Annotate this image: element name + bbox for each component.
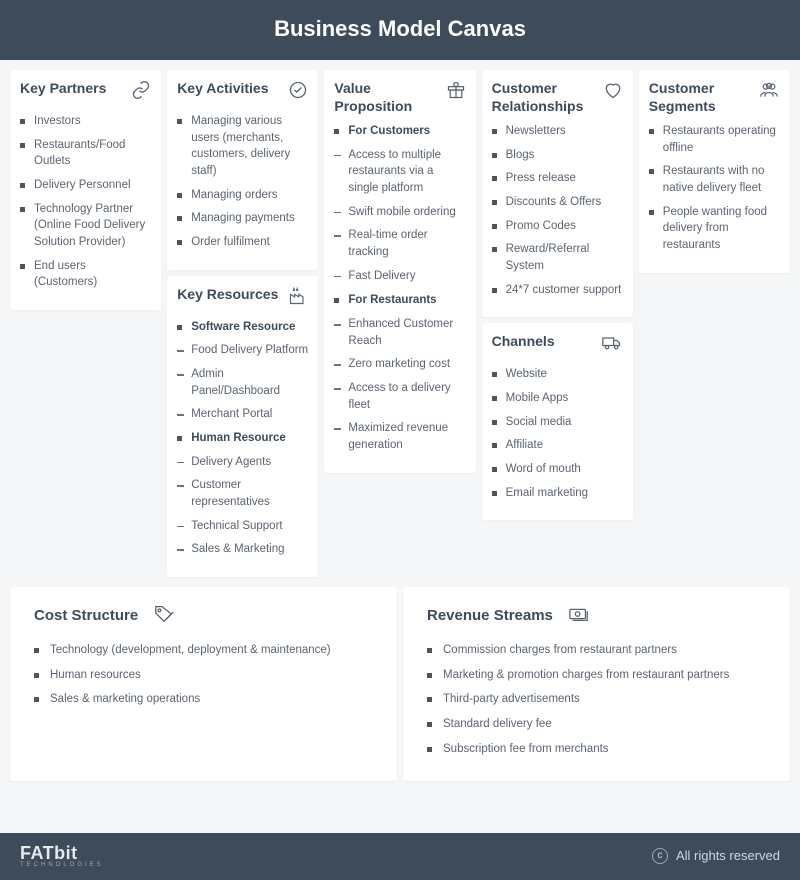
card-value-proposition: Value Proposition For Customers Access t… [324, 70, 475, 473]
card-key-activities: Key Activities Managing various users (m… [167, 70, 318, 270]
list-item: Blogs [492, 147, 623, 164]
list-item: Restaurants with no native delivery flee… [649, 163, 780, 196]
card-revenue-streams: Revenue Streams Commission charges from … [403, 587, 790, 781]
gift-icon [446, 80, 466, 105]
list-item: Restaurants/Food Outlets [20, 137, 151, 170]
list-item: Order fulfilment [177, 234, 308, 251]
card-title: Customer Relationships [492, 80, 603, 115]
list-item: Delivery Personnel [20, 177, 151, 194]
list-item: 24*7 customer support [492, 282, 623, 299]
list-key-resources: Software Resource [177, 319, 308, 336]
card-title: Channels [492, 333, 555, 351]
list-item: Third-party advertisements [427, 691, 774, 708]
list-item: Mobile Apps [492, 390, 623, 407]
cash-icon [567, 603, 591, 630]
list-item: Managing payments [177, 210, 308, 227]
list-item: Newsletters [492, 123, 623, 140]
list-item: Real-time order tracking [334, 227, 465, 260]
card-key-partners: Key Partners Investors Restaurants/Food O… [10, 70, 161, 310]
list-item: Subscription fee from merchants [427, 741, 774, 758]
list-item: Customer representatives [177, 477, 308, 510]
list-item: Maximized revenue generation [334, 420, 465, 453]
truck-icon [601, 333, 623, 358]
footer: FATbit TECHNOLOGIES c All rights reserve… [0, 833, 800, 880]
list-item: Technology Partner (Online Food Delivery… [20, 201, 151, 251]
list-item: Investors [20, 113, 151, 130]
card-title: Revenue Streams [427, 607, 553, 626]
list-item: Fast Delivery [334, 268, 465, 285]
list-key-activities: Managing various users (merchants, custo… [177, 113, 308, 251]
card-cost-structure: Cost Structure Technology (development, … [10, 587, 397, 781]
list-item: Word of mouth [492, 461, 623, 478]
list-item: Marketing & promotion charges from resta… [427, 667, 774, 684]
list-item: Social media [492, 414, 623, 431]
section-heading: Software Resource [177, 319, 308, 336]
list-item: Merchant Portal [177, 406, 308, 423]
page-title: Business Model Canvas [0, 0, 800, 60]
list-item: Discounts & Offers [492, 194, 623, 211]
list-item: Human resources [34, 667, 381, 684]
list-item: Affiliate [492, 437, 623, 454]
list-item: Press release [492, 170, 623, 187]
list-item: Sales & Marketing [177, 541, 308, 558]
list-item: Technical Support [177, 518, 308, 535]
section-heading: For Customers [334, 123, 465, 140]
list-item: Restaurants operating offline [649, 123, 780, 156]
bottom-row: Cost Structure Technology (development, … [0, 587, 800, 791]
card-customer-relationships: Customer Relationships Newsletters Blogs P… [482, 70, 633, 317]
list-item: Admin Panel/Dashboard [177, 366, 308, 399]
list-value-customers: Access to multiple restaurants via a sin… [334, 147, 465, 285]
card-title: Key Resources [177, 286, 278, 304]
check-circle-icon [288, 80, 308, 105]
list-item: Swift mobile ordering [334, 204, 465, 221]
card-title: Key Activities [177, 80, 268, 98]
list-item: People wanting food delivery from restau… [649, 204, 780, 254]
users-icon [758, 80, 780, 105]
list-item: Website [492, 366, 623, 383]
card-title: Key Partners [20, 80, 106, 98]
list-item: Food Delivery Platform [177, 342, 308, 359]
list-cost-structure: Technology (development, deployment & ma… [34, 642, 381, 708]
list-item: End users (Customers) [20, 258, 151, 291]
logo: FATbit TECHNOLOGIES [20, 843, 104, 868]
list-item: Standard delivery fee [427, 716, 774, 733]
list-key-partners: Investors Restaurants/Food Outlets Deliver… [20, 113, 151, 291]
link-icon [131, 80, 151, 105]
list-item: Zero marketing cost [334, 356, 465, 373]
list-item: Technology (development, deployment & ma… [34, 642, 381, 659]
list-item: Enhanced Customer Reach [334, 316, 465, 349]
card-key-resources: Key Resources Software Resource Food Del… [167, 276, 318, 577]
list-item: Email marketing [492, 485, 623, 502]
card-title: Customer Segments [649, 80, 758, 115]
list-item: Access to multiple restaurants via a sin… [334, 147, 465, 197]
list-item: Delivery Agents [177, 454, 308, 471]
list-item: Promo Codes [492, 218, 623, 235]
list-human-resource: Delivery Agents Customer representatives T… [177, 454, 308, 558]
heart-icon [603, 80, 623, 105]
section-heading: Human Resource [177, 430, 308, 447]
canvas-grid: Key Partners Investors Restaurants/Food O… [0, 60, 800, 587]
list-channels: Website Mobile Apps Social media Affiliate W… [492, 366, 623, 501]
list-item: Access to a delivery fleet [334, 380, 465, 413]
card-channels: Channels Website Mobile Apps Social media A… [482, 323, 633, 520]
list-item: Managing various users (merchants, custo… [177, 113, 308, 180]
card-title: Cost Structure [34, 607, 138, 626]
list-value-restaurants: Enhanced Customer Reach Zero marketing co… [334, 316, 465, 454]
copyright-icon: c [652, 848, 668, 864]
list-customer-relationships: Newsletters Blogs Press release Discounts &… [492, 123, 623, 298]
copyright: c All rights reserved [652, 848, 780, 864]
list-revenue-streams: Commission charges from restaurant partn… [427, 642, 774, 757]
list-item: Sales & marketing operations [34, 691, 381, 708]
factory-icon [288, 286, 308, 311]
list-customer-segments: Restaurants operating offline Restaurants… [649, 123, 780, 254]
section-heading: For Restaurants [334, 292, 465, 309]
card-title: Value Proposition [334, 80, 445, 115]
card-customer-segments: Customer Segments Restaurants operating … [639, 70, 790, 273]
list-item: Reward/Referral System [492, 241, 623, 274]
list-item: Managing orders [177, 187, 308, 204]
list-software-resource: Food Delivery Platform Admin Panel/Dashbo… [177, 342, 308, 423]
price-tag-icon [152, 603, 176, 630]
list-item: Commission charges from restaurant partn… [427, 642, 774, 659]
